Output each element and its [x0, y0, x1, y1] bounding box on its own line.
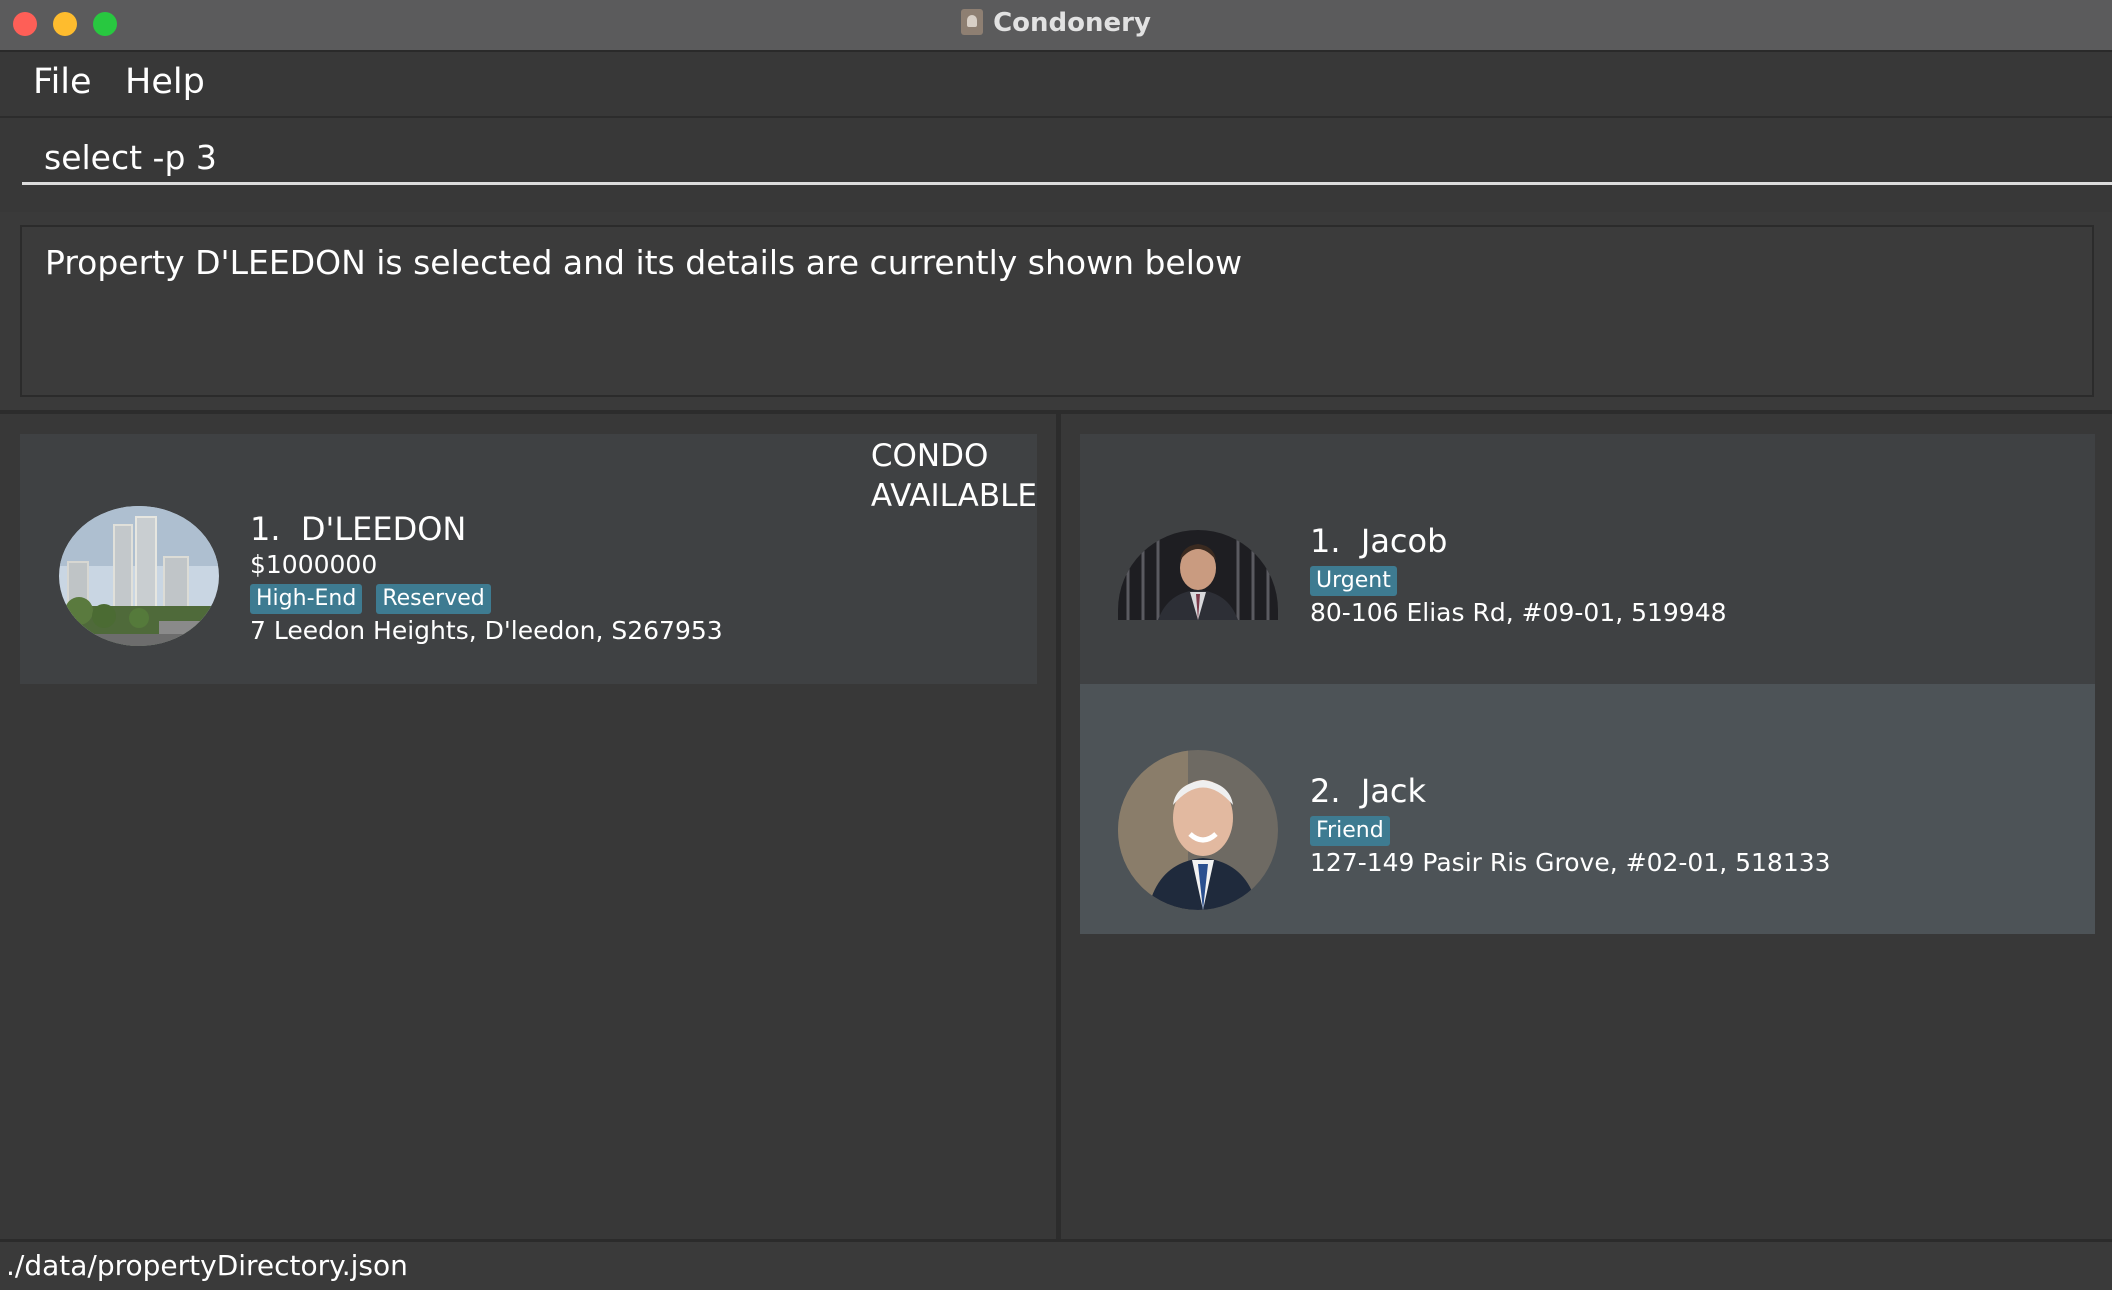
- client-title: 2. Jack: [1310, 772, 1426, 810]
- property-photo: [59, 506, 219, 646]
- client-list-panel: 1. Jacob Urgent 80-106 Elias Rd, #09-01,…: [1061, 414, 2112, 1239]
- client-tags: Friend: [1310, 816, 1390, 846]
- property-status: AVAILABLE: [870, 478, 1037, 514]
- property-tags: High-End Reserved: [250, 584, 491, 614]
- command-area: [0, 118, 2112, 212]
- client-card[interactable]: 1. Jacob Urgent 80-106 Elias Rd, #09-01,…: [1080, 434, 2095, 684]
- property-card[interactable]: 1. D'LEEDON $1000000 High-End Reserved 7…: [20, 434, 1037, 684]
- client-avatar: [1118, 530, 1278, 620]
- menu-file[interactable]: File: [33, 62, 92, 102]
- client-title: 1. Jacob: [1310, 522, 1447, 560]
- property-type: CONDO: [870, 438, 989, 474]
- property-type-status: CONDO AVAILABLE: [871, 436, 1037, 516]
- window-title-area: Condonery: [0, 8, 2112, 38]
- client-address: 80-106 Elias Rd, #09-01, 519948: [1310, 598, 1727, 627]
- property-index: 1.: [250, 510, 281, 548]
- client-avatar: [1118, 750, 1278, 910]
- property-tag: Reserved: [376, 584, 491, 614]
- client-card-selected[interactable]: 2. Jack Friend 127-149 Pasir Ris Grove, …: [1080, 684, 2095, 934]
- status-bar: ./data/propertyDirectory.json: [0, 1239, 2112, 1290]
- client-index: 1.: [1310, 522, 1341, 560]
- client-tag: Urgent: [1310, 566, 1397, 596]
- data-file-path: ./data/propertyDirectory.json: [6, 1249, 408, 1282]
- result-display: Property D'LEEDON is selected and its de…: [20, 225, 2094, 397]
- client-name: Jack: [1360, 772, 1427, 810]
- property-address: 7 Leedon Heights, D'leedon, S267953: [250, 616, 723, 645]
- property-name: D'LEEDON: [300, 510, 467, 548]
- property-price: $1000000: [250, 550, 378, 579]
- result-message: Property D'LEEDON is selected and its de…: [45, 243, 1243, 282]
- property-title: 1. D'LEEDON: [250, 510, 466, 548]
- title-bar: Condonery: [0, 0, 2112, 52]
- app-icon: [961, 9, 984, 35]
- menu-bar: File Help: [0, 52, 2112, 118]
- client-tag: Friend: [1310, 816, 1390, 846]
- command-input[interactable]: [22, 132, 2112, 185]
- client-index: 2.: [1310, 772, 1341, 810]
- window-title: Condonery: [993, 8, 1151, 38]
- client-address: 127-149 Pasir Ris Grove, #02-01, 518133: [1310, 848, 1831, 877]
- client-tags: Urgent: [1310, 566, 1397, 596]
- property-tag: High-End: [250, 584, 363, 614]
- menu-help[interactable]: Help: [125, 62, 205, 102]
- property-list-panel: 1. D'LEEDON $1000000 High-End Reserved 7…: [0, 414, 1056, 1239]
- client-name: Jacob: [1360, 522, 1448, 560]
